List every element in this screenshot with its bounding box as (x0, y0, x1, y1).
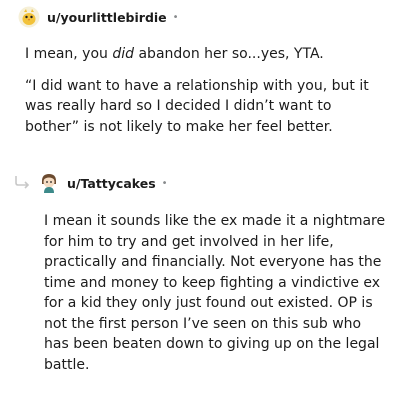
comment-paragraph: “I did want to have a relationship with … (25, 77, 369, 135)
comment-text: abandon her so...yes, YTA. (134, 46, 324, 62)
comment-username[interactable]: u/Tattycakes (67, 176, 156, 191)
comment-text: I mean, you (25, 46, 113, 62)
comment-body: I mean, you did abandon her so...yes, YT… (25, 44, 385, 148)
comment-header: u/Tattycakes • (38, 171, 168, 195)
comment-paragraph: I mean, you did abandon her so...yes, YT… (25, 44, 385, 65)
comment-emphasis: did (112, 46, 135, 62)
comment-header: u/yourlittlebirdie • (18, 4, 179, 30)
comment-body: I mean it sounds like the ex made it a n… (44, 211, 389, 375)
comment-paragraph: I mean it sounds like the ex made it a n… (44, 213, 386, 373)
comment-username[interactable]: u/yourlittlebirdie (47, 10, 167, 25)
separator-dot: • (161, 177, 168, 189)
reply-arrow-icon (15, 176, 30, 189)
separator-dot: • (172, 11, 179, 23)
character-avatar-icon[interactable] (38, 172, 60, 194)
bird-avatar-icon[interactable] (18, 6, 40, 28)
